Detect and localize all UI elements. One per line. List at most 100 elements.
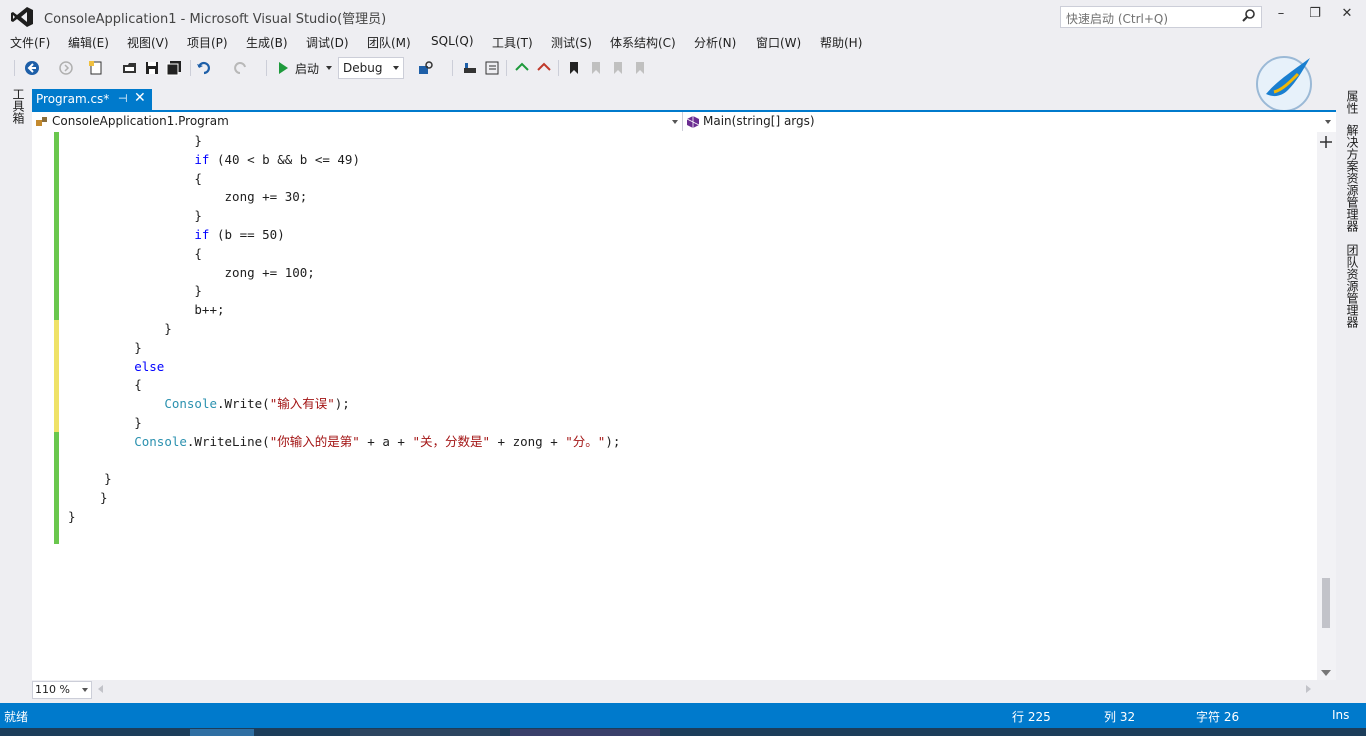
menu-sql[interactable]: SQL(Q): [431, 34, 474, 48]
menu-tools[interactable]: 工具(T): [492, 34, 533, 51]
solution-explorer-tab[interactable]: 解决方案资源管理器: [1344, 124, 1361, 232]
chevron-down-icon: [393, 66, 399, 70]
visual-studio-logo-icon: [11, 7, 33, 27]
left-tool-strip: 工具箱: [0, 84, 32, 704]
open-file-icon[interactable]: [122, 60, 138, 76]
find-in-files-icon[interactable]: [418, 60, 434, 76]
standard-toolbar: 启动 Debug: [0, 54, 1240, 82]
code-line: }: [74, 133, 202, 148]
code-line: if (b == 50): [74, 227, 285, 242]
pin-icon[interactable]: ⊣: [118, 92, 128, 105]
bookmark-icon[interactable]: [566, 60, 582, 76]
save-all-icon[interactable]: [166, 60, 182, 76]
change-marker-saved: [54, 132, 59, 320]
menu-analyze[interactable]: 分析(N): [694, 34, 736, 51]
class-icon: [36, 117, 47, 126]
menu-team[interactable]: 团队(M): [367, 34, 411, 51]
windows-taskbar: [0, 728, 1366, 736]
class-value: ConsoleApplication1.Program: [52, 114, 229, 128]
keyword-if: if: [74, 227, 210, 242]
status-column: 列 32: [1104, 710, 1136, 724]
chevron-down-icon[interactable]: [326, 66, 332, 70]
close-window-button[interactable]: ✕: [1334, 4, 1360, 26]
team-explorer-tab[interactable]: 团队资源管理器: [1344, 244, 1361, 328]
properties-tab[interactable]: 属性: [1344, 90, 1361, 114]
member-value: Main(string[] args): [703, 114, 815, 128]
undo-icon[interactable]: [196, 60, 212, 76]
comment-lines-icon[interactable]: [514, 60, 530, 76]
toolbar-grip: [14, 60, 15, 76]
scroll-down-icon[interactable]: [1321, 670, 1331, 676]
menu-debug[interactable]: 调试(D): [306, 34, 349, 51]
uncomment-lines-icon[interactable]: [536, 60, 552, 76]
prev-bookmark-icon[interactable]: [588, 60, 604, 76]
menu-file[interactable]: 文件(F): [10, 34, 50, 51]
code-line: }: [74, 339, 142, 355]
menu-edit[interactable]: 编辑(E): [68, 34, 109, 51]
code-line: }: [74, 321, 172, 336]
start-label: 启动: [295, 62, 320, 76]
solution-configuration-select[interactable]: Debug: [338, 57, 404, 79]
tab-label: Program.cs*: [36, 92, 110, 106]
class-dropdown[interactable]: ConsoleApplication1.Program: [32, 112, 683, 131]
navigate-forward-icon[interactable]: [58, 60, 74, 76]
scroll-thumb[interactable]: [1322, 578, 1330, 628]
tab-program-cs[interactable]: Program.cs* ⊣ ✕: [32, 89, 152, 110]
taskbar-button[interactable]: [350, 729, 500, 736]
save-icon[interactable]: [144, 60, 160, 76]
quick-launch-placeholder: 快速启动 (Ctrl+Q): [1066, 12, 1169, 26]
solution-explorer-tool-icon[interactable]: [462, 60, 478, 76]
chevron-down-icon: [82, 688, 88, 692]
status-insert-mode: Ins: [1332, 708, 1350, 722]
menu-project[interactable]: 项目(P): [187, 34, 228, 51]
close-icon[interactable]: ✕: [134, 90, 146, 106]
redo-icon[interactable]: [232, 60, 248, 76]
scroll-right-icon[interactable]: [1306, 685, 1311, 693]
menu-test[interactable]: 测试(S): [551, 34, 592, 51]
next-bookmark-icon[interactable]: [610, 60, 626, 76]
quick-launch-input[interactable]: 快速启动 (Ctrl+Q): [1060, 6, 1262, 28]
code-line: Console.Write("输入有误");: [164, 396, 350, 412]
play-icon: [279, 62, 288, 74]
zoom-value: 110 %: [35, 683, 70, 696]
status-ready: 就绪: [4, 710, 29, 724]
title-bar: ConsoleApplication1 - Microsoft Visual S…: [0, 0, 1366, 32]
properties-tool-icon[interactable]: [484, 60, 500, 76]
code-line: {: [74, 377, 142, 393]
window-title: ConsoleApplication1 - Microsoft Visual S…: [44, 12, 387, 27]
navigate-back-icon[interactable]: [24, 60, 40, 76]
code-line: {: [74, 170, 202, 186]
keyword-if: if: [74, 151, 210, 167]
search-icon[interactable]: [1241, 8, 1257, 24]
code-line: }: [100, 490, 108, 506]
taskbar-button[interactable]: [510, 729, 660, 736]
vertical-scrollbar[interactable]: [1317, 132, 1336, 680]
minimize-button[interactable]: –: [1268, 4, 1294, 26]
split-handle-icon[interactable]: [1320, 136, 1332, 148]
menu-help[interactable]: 帮助(H): [820, 34, 862, 51]
member-dropdown[interactable]: Main(string[] args): [683, 112, 1335, 131]
taskbar-button[interactable]: [190, 729, 254, 736]
chevron-down-icon: [1325, 120, 1331, 124]
chevron-down-icon: [672, 120, 678, 124]
toolbox-tab[interactable]: 工具箱: [10, 88, 27, 124]
restore-button[interactable]: ❐: [1302, 4, 1328, 26]
zoom-select[interactable]: 110 %: [32, 681, 92, 699]
scroll-left-icon[interactable]: [98, 685, 103, 693]
code-line: }: [68, 509, 76, 524]
change-marker-unsaved: [54, 320, 59, 432]
menu-view[interactable]: 视图(V): [127, 34, 169, 51]
menu-window[interactable]: 窗口(W): [756, 34, 801, 51]
code-line: if (40 < b && b <= 49): [74, 151, 360, 167]
horizontal-scrollbar[interactable]: 110 %: [32, 680, 1336, 699]
code-line: zong += 30;: [74, 189, 308, 205]
clear-bookmarks-icon[interactable]: [632, 60, 648, 76]
menu-architecture[interactable]: 体系结构(C): [610, 34, 676, 51]
menu-build[interactable]: 生成(B): [246, 34, 288, 51]
code-text[interactable]: } if (40 < b && b <= 49) { zong += 30; }…: [68, 132, 1314, 680]
code-line: }: [74, 283, 202, 299]
new-project-icon[interactable]: [88, 60, 104, 76]
change-marker-saved: [54, 432, 59, 544]
code-line: }: [74, 208, 202, 224]
code-line: b++;: [74, 302, 225, 318]
